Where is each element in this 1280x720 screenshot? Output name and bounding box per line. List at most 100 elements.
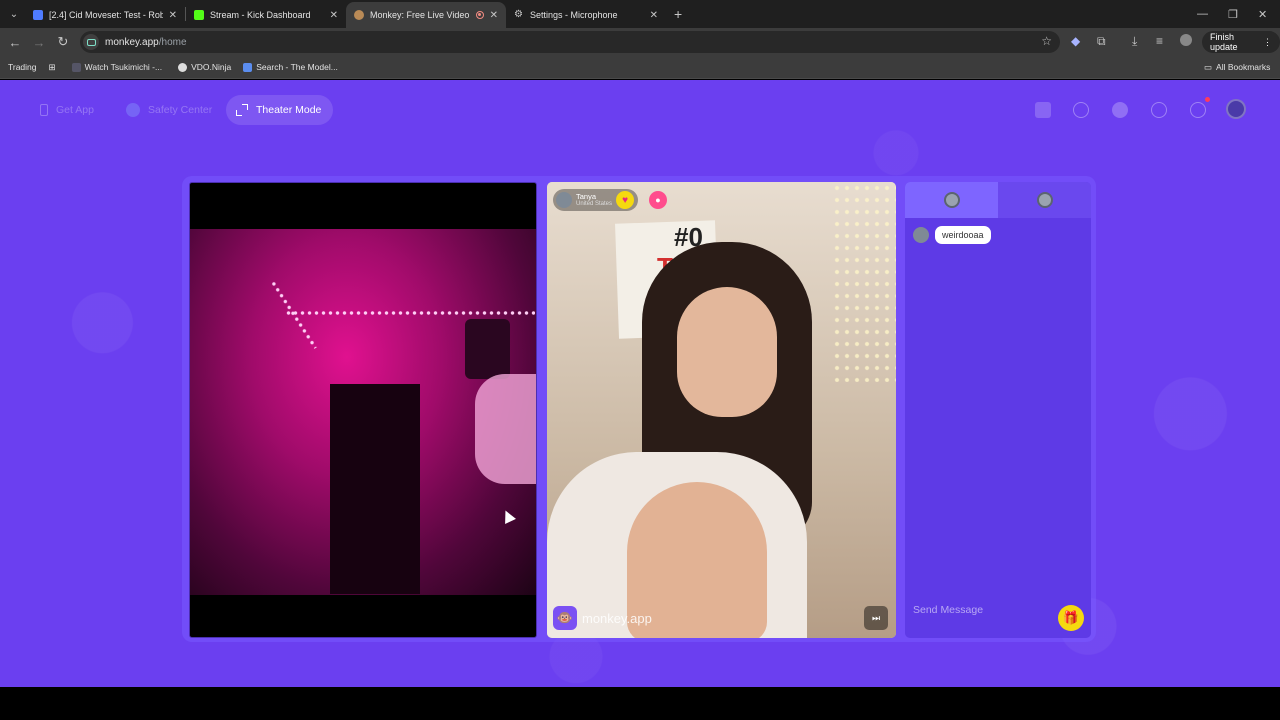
shop-icon[interactable] — [1035, 102, 1051, 118]
bookmark-item[interactable]: Trading — [8, 62, 37, 72]
browser-tab[interactable]: ⚙ Settings - Microphone ✕ — [506, 2, 666, 28]
bookmark-item[interactable]: VDO.Ninja — [178, 62, 231, 72]
bookmark-item[interactable]: Search - The Model... — [243, 62, 338, 72]
site-info-icon[interactable] — [83, 34, 99, 50]
tab-search-icon[interactable]: ⌄ — [3, 3, 25, 25]
monkey-favicon-icon — [354, 10, 364, 20]
caller-text: Tanya United States — [576, 191, 613, 208]
folder-icon: ▭ — [1204, 61, 1213, 72]
tab-title: Stream - Kick Dashboard — [210, 10, 311, 20]
bookmark-favicon-icon — [178, 62, 188, 72]
browser-toolbar: ← → ↻ monkey.app/home ☆ ◆ ⧉ ⤓ ≡ Finish u… — [0, 28, 1280, 56]
safety-center-button[interactable]: Safety Center — [116, 95, 224, 125]
apps-grid-icon[interactable]: ⊞ — [49, 62, 56, 73]
face-shape — [677, 287, 777, 417]
url-host: monkey.app — [105, 36, 159, 48]
badge-icon: ● — [649, 191, 667, 209]
browser-tab[interactable]: [2.4] Cid Moveset: Test - Roblox ✕ — [25, 2, 185, 28]
restore-icon[interactable]: ❐ — [1228, 0, 1238, 28]
fairy-lights — [832, 182, 896, 382]
search-icon[interactable] — [1073, 102, 1089, 118]
remote-video: #0 TA Tanya United States ♥ ● 🐵 monkey.a… — [547, 182, 896, 638]
notification-dot — [1205, 97, 1210, 102]
theater-mode-button[interactable]: Theater Mode — [226, 95, 334, 125]
back-arrow-icon[interactable]: ← — [3, 35, 27, 50]
more-vert-icon: ⋮ — [1263, 36, 1272, 47]
browser-tab-strip: ⌄ [2.4] Cid Moveset: Test - Roblox ✕ Str… — [0, 0, 1280, 28]
caller-name: Tanya — [576, 191, 597, 201]
roblox-favicon-icon — [33, 10, 43, 20]
friends-icon[interactable] — [1112, 102, 1128, 118]
message-bubble: weirdooaa — [935, 226, 991, 244]
window-close-icon[interactable]: ✕ — [1258, 0, 1267, 28]
address-bar[interactable]: monkey.app/home ☆ — [80, 31, 1060, 53]
get-app-button[interactable]: Get App — [30, 95, 106, 125]
theater-mode-label: Theater Mode — [256, 104, 322, 116]
url-path: /home — [158, 36, 187, 48]
bookmark-item[interactable]: Watch Tsukimichi -... — [71, 62, 163, 72]
caller-info[interactable]: Tanya United States ♥ — [553, 189, 639, 211]
extensions-puzzle-icon[interactable]: ⧉ — [1097, 34, 1106, 49]
all-bookmarks-button[interactable]: ▭ All Bookmarks — [1204, 62, 1270, 73]
finish-update-label: Finish update — [1210, 32, 1238, 52]
remote-person — [547, 237, 837, 638]
local-video — [189, 182, 537, 638]
bookmark-label: VDO.Ninja — [191, 62, 232, 72]
message-avatar — [913, 227, 929, 243]
self-avatar — [943, 192, 960, 208]
minimize-icon[interactable]: — — [1197, 0, 1208, 28]
reload-icon[interactable]: ↻ — [51, 34, 75, 50]
tab-close-icon[interactable]: ✕ — [330, 10, 338, 21]
bookmark-star-icon[interactable]: ☆ — [1041, 34, 1052, 48]
user-avatar[interactable] — [1226, 99, 1246, 119]
browser-tab-active[interactable]: Monkey: Free Live Video C ✕ — [346, 2, 506, 28]
download-icon[interactable]: ⤓ — [1132, 34, 1137, 49]
partner-avatar — [1036, 192, 1053, 208]
tab-close-icon[interactable]: ✕ — [490, 10, 498, 21]
new-tab-icon[interactable]: + — [674, 6, 682, 22]
caller-country: United States — [576, 200, 613, 207]
extension-icon[interactable]: ◆ — [1071, 34, 1080, 48]
tab-title: Settings - Microphone — [530, 10, 618, 20]
shield-icon — [126, 103, 140, 117]
chat-tab-partner[interactable] — [998, 182, 1091, 218]
bookmark-favicon-icon — [243, 62, 253, 72]
heart-icon[interactable]: ♥ — [616, 191, 635, 209]
all-bookmarks-label: All Bookmarks — [1216, 62, 1271, 72]
skip-next-button[interactable]: ⏭ — [864, 606, 888, 630]
browser-tab[interactable]: Stream - Kick Dashboard ✕ — [186, 2, 346, 28]
bookmarks-bar: Trading ⊞ Watch Tsukimichi -... VDO.Ninj… — [0, 56, 1280, 79]
recording-indicator-icon — [475, 11, 484, 19]
tab-close-icon[interactable]: ✕ — [650, 10, 658, 21]
finish-update-button[interactable]: Finish update ⋮ — [1202, 31, 1280, 53]
forward-arrow-icon[interactable]: → — [27, 35, 51, 50]
caller-avatar — [556, 192, 572, 208]
bookmark-label: Trading — [8, 62, 37, 72]
chat-message: weirdooaa — [913, 226, 1091, 244]
kick-favicon-icon — [194, 10, 204, 20]
chat-panel: weirdooaa Send Message 🎁 — [905, 182, 1091, 638]
monkey-logo-icon: 🐵 — [553, 606, 577, 630]
chat-tab-self[interactable] — [905, 182, 998, 218]
screen-bottom-bar — [0, 687, 1280, 720]
microphone-shape — [465, 319, 510, 379]
monkey-watermark: 🐵 monkey.app — [553, 606, 652, 630]
expand-icon — [236, 104, 248, 116]
tab-title: Monkey: Free Live Video C — [370, 10, 472, 20]
doorway — [330, 384, 420, 594]
media-controls-icon[interactable]: ≡ — [1156, 34, 1163, 48]
bookmark-label: Watch Tsukimichi -... — [84, 62, 163, 72]
watermark-text: monkey.app — [582, 610, 652, 626]
history-clock-icon[interactable] — [1151, 102, 1167, 118]
send-message-input[interactable]: Send Message — [913, 604, 983, 616]
gift-button[interactable]: 🎁 — [1058, 605, 1084, 631]
messages-icon[interactable] — [1190, 102, 1206, 118]
profile-avatar-icon[interactable] — [1180, 34, 1192, 46]
bookmark-favicon-icon — [71, 62, 81, 72]
local-video-feed — [190, 229, 536, 595]
phone-icon — [40, 104, 48, 116]
gear-icon: ⚙ — [514, 9, 523, 20]
led-strip — [285, 311, 535, 315]
url-text: monkey.app/home — [105, 37, 187, 48]
tab-close-icon[interactable]: ✕ — [169, 10, 177, 21]
